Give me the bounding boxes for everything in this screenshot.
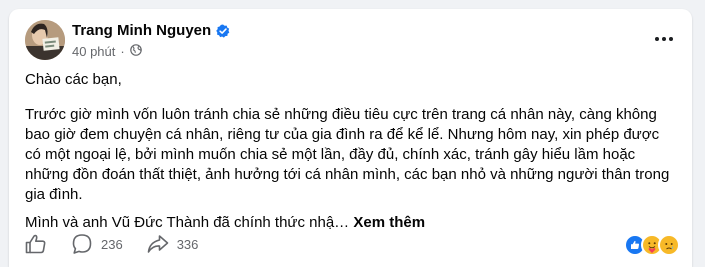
sad-reaction-icon bbox=[658, 234, 680, 256]
post-greeting: Chào các bạn, bbox=[25, 71, 122, 88]
thumbs-up-icon bbox=[25, 234, 47, 254]
author-row: Trang Minh Nguyen bbox=[72, 22, 230, 39]
share-button[interactable]: 336 bbox=[147, 234, 199, 254]
share-icon bbox=[147, 234, 169, 254]
more-options-button[interactable] bbox=[650, 29, 678, 49]
truncated-text: Mình và anh Vũ Đức Thành đã chính thức n… bbox=[25, 214, 350, 231]
post-actions: 236 336 bbox=[25, 233, 678, 255]
see-more-link[interactable]: Xem thêm bbox=[353, 214, 425, 231]
post-card: Trang Minh Nguyen 40 phút · Chào các bạn… bbox=[9, 9, 692, 267]
post-timestamp[interactable]: 40 phút bbox=[72, 44, 115, 59]
comment-count: 236 bbox=[101, 236, 123, 252]
author-avatar[interactable] bbox=[25, 20, 65, 60]
separator-dot: · bbox=[120, 44, 125, 59]
like-button[interactable] bbox=[25, 234, 47, 254]
post-body: Chào các bạn, Trước giờ mình vốn luôn tr… bbox=[25, 70, 678, 233]
reaction-summary[interactable] bbox=[624, 234, 680, 256]
share-count: 336 bbox=[176, 236, 199, 252]
dot-icon bbox=[655, 37, 659, 41]
dot-icon bbox=[662, 37, 666, 41]
verified-badge-icon bbox=[216, 23, 230, 38]
post-truncated-line: Mình và anh Vũ Đức Thành đã chính thức n… bbox=[25, 213, 678, 233]
globe-icon bbox=[129, 44, 142, 59]
post-meta: 40 phút · bbox=[72, 44, 142, 59]
dot-icon bbox=[669, 37, 673, 41]
author-name[interactable]: Trang Minh Nguyen bbox=[72, 22, 211, 39]
comment-icon bbox=[71, 233, 93, 255]
post-paragraph: Trước giờ mình vốn luôn tránh chia sẻ nh… bbox=[25, 106, 670, 203]
comment-button[interactable]: 236 bbox=[71, 233, 123, 255]
